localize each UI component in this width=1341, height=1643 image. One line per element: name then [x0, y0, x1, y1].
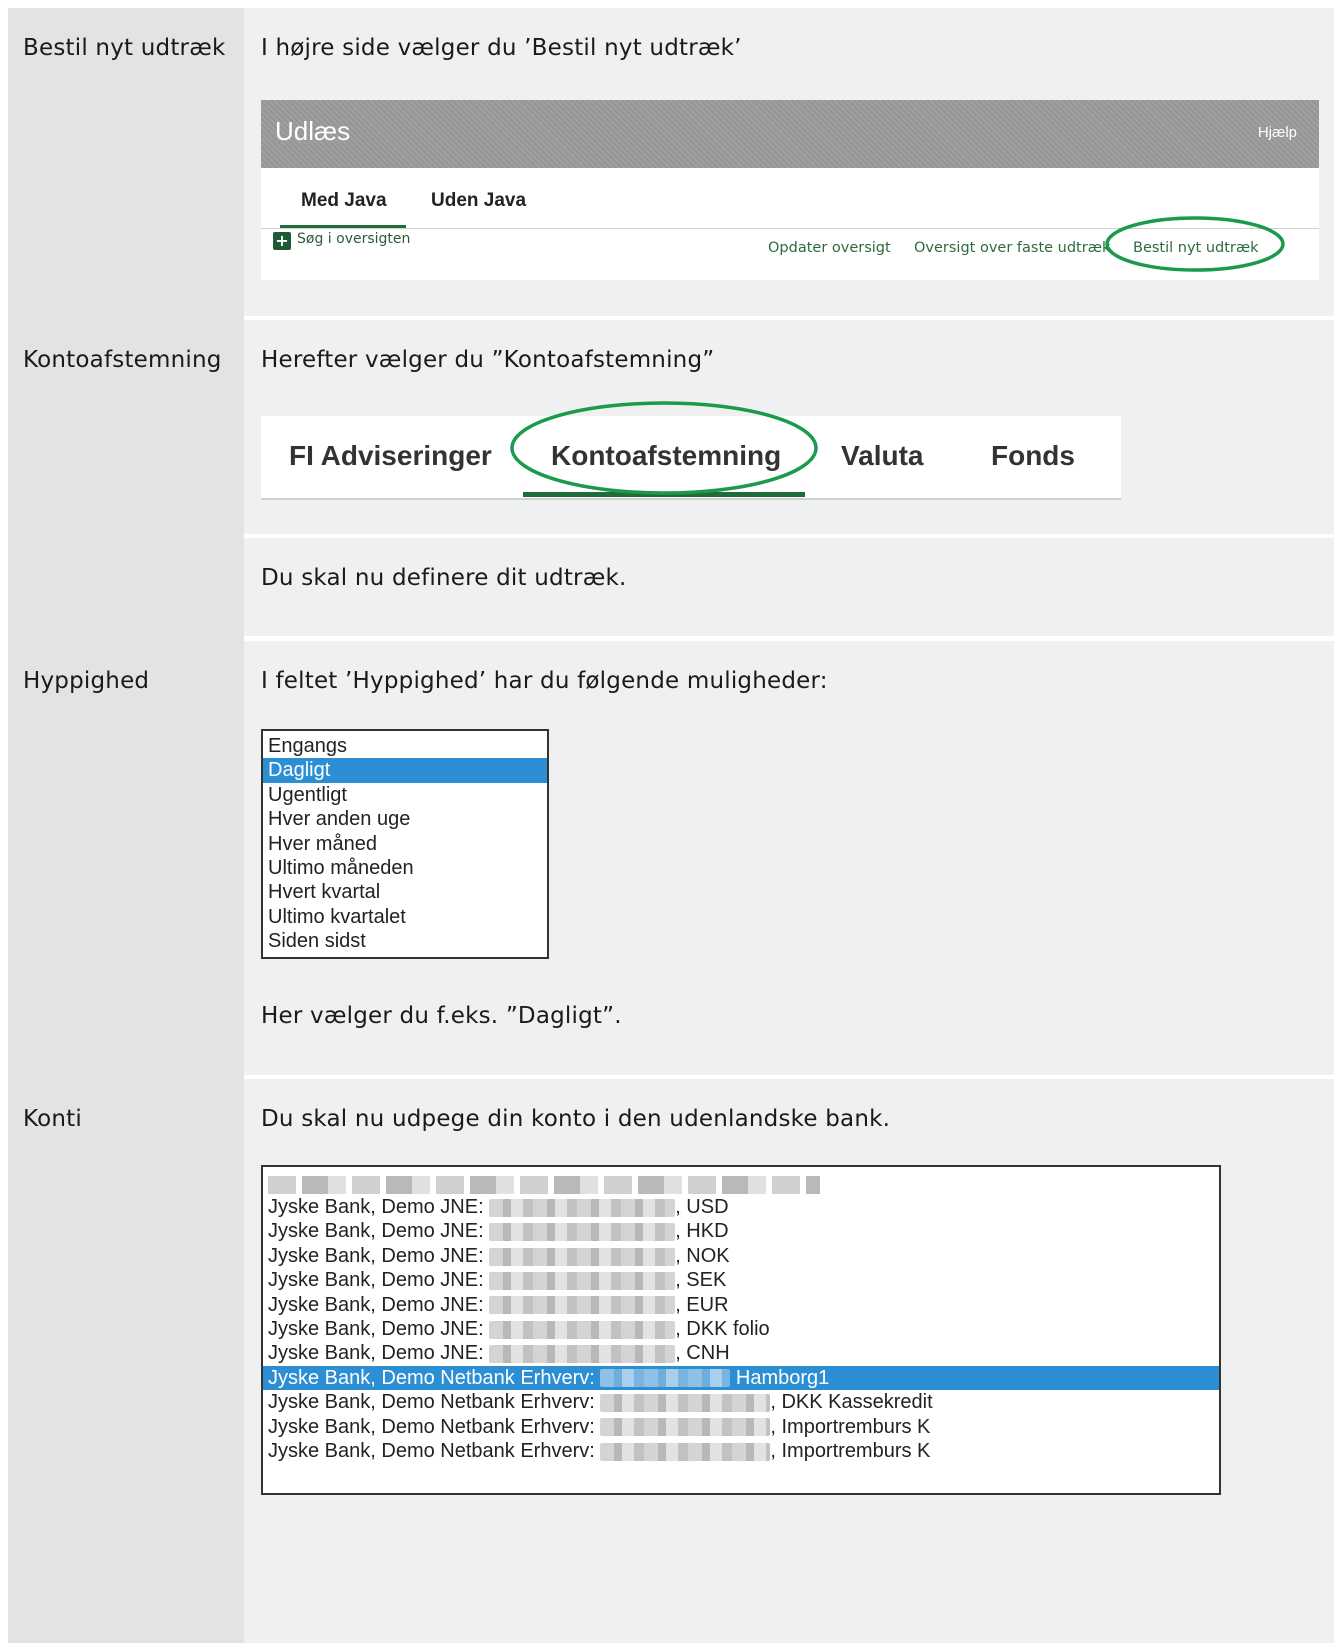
instruction-text: I højre side vælger du ’Bestil nyt udtræ…: [261, 35, 742, 61]
highlight-circle: [510, 401, 818, 495]
account-suffix: , DKK folio: [675, 1317, 770, 1340]
row-label: Hyppighed: [23, 668, 150, 694]
row-hyppighed: Hyppighed I feltet ’Hyppighed’ har du fø…: [8, 641, 1334, 1075]
fixed-extracts-link[interactable]: Oversigt over faste udtræk: [914, 240, 1110, 256]
row-content: Herefter vælger du ”Kontoafstemning” FI …: [244, 320, 1334, 534]
panel-header: Udlæs Hjælp: [261, 100, 1319, 168]
account-bank-name: Jyske Bank, Demo JNE:: [268, 1196, 490, 1218]
account-suffix: , EUR: [675, 1293, 729, 1316]
account-option[interactable]: Jyske Bank, Demo Netbank Erhverv: , DKK …: [263, 1390, 1219, 1414]
accounts-listbox[interactable]: Jyske Bank, Demo JNE: , USD Jyske Bank, D…: [261, 1165, 1221, 1495]
account-bank-name: Jyske Bank, Demo JNE:: [268, 1269, 490, 1292]
account-option[interactable]: Jyske Bank, Demo JNE: , NOK: [263, 1244, 1219, 1268]
row-bestil: Bestil nyt udtræk I højre side vælger du…: [8, 8, 1334, 316]
account-bank-name: Jyske Bank, Demo JNE:: [268, 1220, 490, 1243]
refresh-overview-link[interactable]: Opdater oversigt: [768, 240, 891, 256]
row-konti: Konti Du skal nu udpege din konto i den …: [8, 1079, 1334, 1643]
tab-uden-java[interactable]: Uden Java: [431, 190, 526, 212]
account-suffix: , CNH: [675, 1342, 730, 1365]
instruction-text: Du skal nu definere dit udtræk.: [261, 565, 627, 591]
frequency-listbox[interactable]: Engangs Dagligt Ugentligt Hver anden uge…: [261, 729, 549, 959]
account-option[interactable]: Jyske Bank, Demo JNE: , HKD: [263, 1219, 1219, 1243]
tab-fonds[interactable]: Fonds: [991, 440, 1075, 472]
instruction-text: Du skal nu udpege din konto i den udenla…: [261, 1106, 891, 1132]
account-bank-name: Jyske Bank, Demo JNE:: [268, 1244, 490, 1267]
tabs-divider: [261, 498, 1121, 500]
account-list: Jyske Bank, Demo JNE: , USD Jyske Bank, D…: [263, 1195, 1219, 1463]
redacted-account-number: [489, 1247, 676, 1266]
account-suffix: , HKD: [675, 1220, 729, 1243]
account-suffix: , SEK: [675, 1269, 727, 1292]
plus-icon: +: [273, 232, 291, 250]
account-bank-name: Jyske Bank, Demo JNE:: [268, 1293, 490, 1316]
account-suffix: , DKK Kassekredit: [770, 1391, 933, 1414]
tab-valuta[interactable]: Valuta: [841, 440, 923, 472]
search-label: Søg i oversigten: [297, 231, 411, 247]
row-content: I feltet ’Hyppighed’ har du følgende mul…: [244, 641, 1334, 1075]
account-option[interactable]: Jyske Bank, Demo JNE: , DKK folio: [263, 1317, 1219, 1341]
account-bank-name: Jyske Bank, Demo Netbank Erhverv:: [268, 1415, 601, 1438]
row-label: Kontoafstemning: [23, 347, 222, 373]
account-bank-name: Jyske Bank, Demo Netbank Erhverv:: [268, 1366, 601, 1389]
row-content: Du skal nu udpege din konto i den udenla…: [244, 1079, 1334, 1643]
account-option[interactable]: Jyske Bank, Demo JNE: , EUR: [263, 1293, 1219, 1317]
tab-fi-adviseringer[interactable]: FI Adviseringer: [289, 440, 492, 472]
redacted-account-number: [489, 1320, 676, 1339]
frequency-option[interactable]: Engangs: [263, 734, 547, 758]
redacted-account-number: [489, 1271, 676, 1290]
instruction-text: I feltet ’Hyppighed’ har du følgende mul…: [261, 668, 828, 694]
panel-title: Udlæs: [275, 116, 351, 146]
redacted-account-number: [489, 1198, 676, 1217]
redacted-account-number: [600, 1418, 771, 1437]
account-bank-name: Jyske Bank, Demo JNE:: [268, 1317, 490, 1340]
account-suffix: , USD: [675, 1196, 729, 1218]
account-bank-name: Jyske Bank, Demo JNE:: [268, 1342, 490, 1365]
frequency-option[interactable]: Siden sidst: [263, 929, 547, 953]
account-bank-name: Jyske Bank, Demo Netbank Erhverv:: [268, 1391, 601, 1414]
account-suffix: , Importremburs K: [770, 1415, 931, 1438]
instruction-text: Herefter vælger du ”Kontoafstemning”: [261, 347, 715, 373]
frequency-option[interactable]: Ultimo kvartalet: [263, 905, 547, 929]
account-option[interactable]: Jyske Bank, Demo Netbank Erhverv: , Impo…: [263, 1415, 1219, 1439]
account-option[interactable]: Jyske Bank, Demo JNE: , CNH: [263, 1341, 1219, 1365]
help-link[interactable]: Hjælp: [1258, 124, 1297, 141]
frequency-option[interactable]: Hver anden uge: [263, 807, 547, 831]
redacted-account-number: [600, 1393, 771, 1412]
redacted-header: [268, 1176, 820, 1194]
redacted-account-number: [489, 1296, 676, 1315]
row-content: Du skal nu definere dit udtræk.: [244, 538, 1334, 636]
redacted-account-number: [600, 1369, 731, 1388]
row-label: Bestil nyt udtræk: [23, 35, 226, 61]
row-define: Du skal nu definere dit udtræk.: [8, 538, 1334, 636]
account-option[interactable]: Jyske Bank, Demo JNE: , USD: [263, 1195, 1219, 1219]
frequency-option-selected[interactable]: Dagligt: [263, 758, 547, 783]
note-text: Her vælger du f.eks. ”Dagligt”.: [261, 1003, 622, 1029]
tab-med-java[interactable]: Med Java: [301, 190, 387, 212]
frequency-option[interactable]: Ugentligt: [263, 783, 547, 807]
frequency-option[interactable]: Hver måned: [263, 832, 547, 856]
highlight-circle: [1105, 216, 1285, 272]
account-option[interactable]: Jyske Bank, Demo Netbank Erhverv: , Impo…: [263, 1439, 1219, 1463]
search-toggle[interactable]: + Søg i oversigten: [273, 230, 411, 250]
row-label: Konti: [23, 1106, 82, 1132]
account-suffix: , NOK: [675, 1244, 730, 1267]
frequency-option[interactable]: Hvert kvartal: [263, 880, 547, 904]
account-option[interactable]: Jyske Bank, Demo JNE: , SEK: [263, 1268, 1219, 1292]
redacted-account-number: [600, 1442, 771, 1461]
frequency-option[interactable]: Ultimo måneden: [263, 856, 547, 880]
account-bank-name: Jyske Bank, Demo Netbank Erhverv:: [268, 1439, 601, 1462]
row-content: I højre side vælger du ’Bestil nyt udtræ…: [244, 8, 1334, 316]
row-kontoafstemning: Kontoafstemning Herefter vælger du ”Kont…: [8, 320, 1334, 534]
account-option-selected[interactable]: Jyske Bank, Demo Netbank Erhverv: Hambor…: [263, 1365, 1219, 1391]
account-suffix: Hamborg1: [730, 1366, 830, 1389]
redacted-account-number: [489, 1345, 676, 1364]
redacted-account-number: [489, 1223, 676, 1242]
account-suffix: , Importremburs K: [770, 1439, 931, 1462]
